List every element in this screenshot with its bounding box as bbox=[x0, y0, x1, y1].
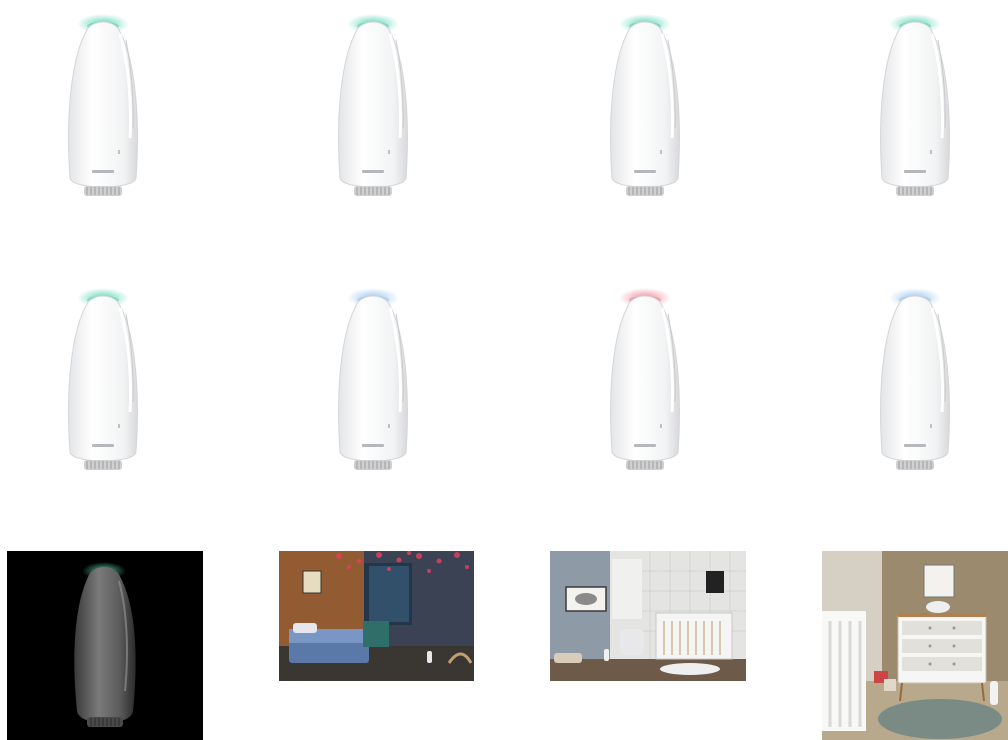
purifier-render bbox=[338, 288, 408, 470]
purifier-render bbox=[68, 288, 138, 470]
product-image-8[interactable] bbox=[822, 284, 1008, 480]
product-image-5[interactable] bbox=[10, 284, 196, 480]
product-image-2[interactable] bbox=[280, 10, 466, 206]
dark-product-photo bbox=[7, 551, 203, 740]
scene-nursery-wood[interactable] bbox=[822, 551, 1008, 740]
purifier-render bbox=[880, 288, 950, 470]
night-bedroom-photo bbox=[279, 551, 474, 681]
purifier-render bbox=[880, 14, 950, 196]
purifier-render bbox=[338, 14, 408, 196]
scene-dark-product[interactable] bbox=[7, 551, 203, 740]
scene-nursery-grey[interactable] bbox=[550, 551, 746, 681]
product-image-6[interactable] bbox=[280, 284, 466, 480]
scene-night-bedroom[interactable] bbox=[279, 551, 474, 681]
purifier-render bbox=[610, 14, 680, 196]
nursery-wood-photo bbox=[822, 551, 1008, 740]
purifier-render bbox=[68, 14, 138, 196]
purifier-render bbox=[610, 288, 680, 470]
product-image-3[interactable] bbox=[552, 10, 738, 206]
product-image-7[interactable] bbox=[552, 284, 738, 480]
product-image-4[interactable] bbox=[822, 10, 1008, 206]
product-image-1[interactable] bbox=[10, 10, 196, 206]
nursery-grey-photo bbox=[550, 551, 746, 681]
